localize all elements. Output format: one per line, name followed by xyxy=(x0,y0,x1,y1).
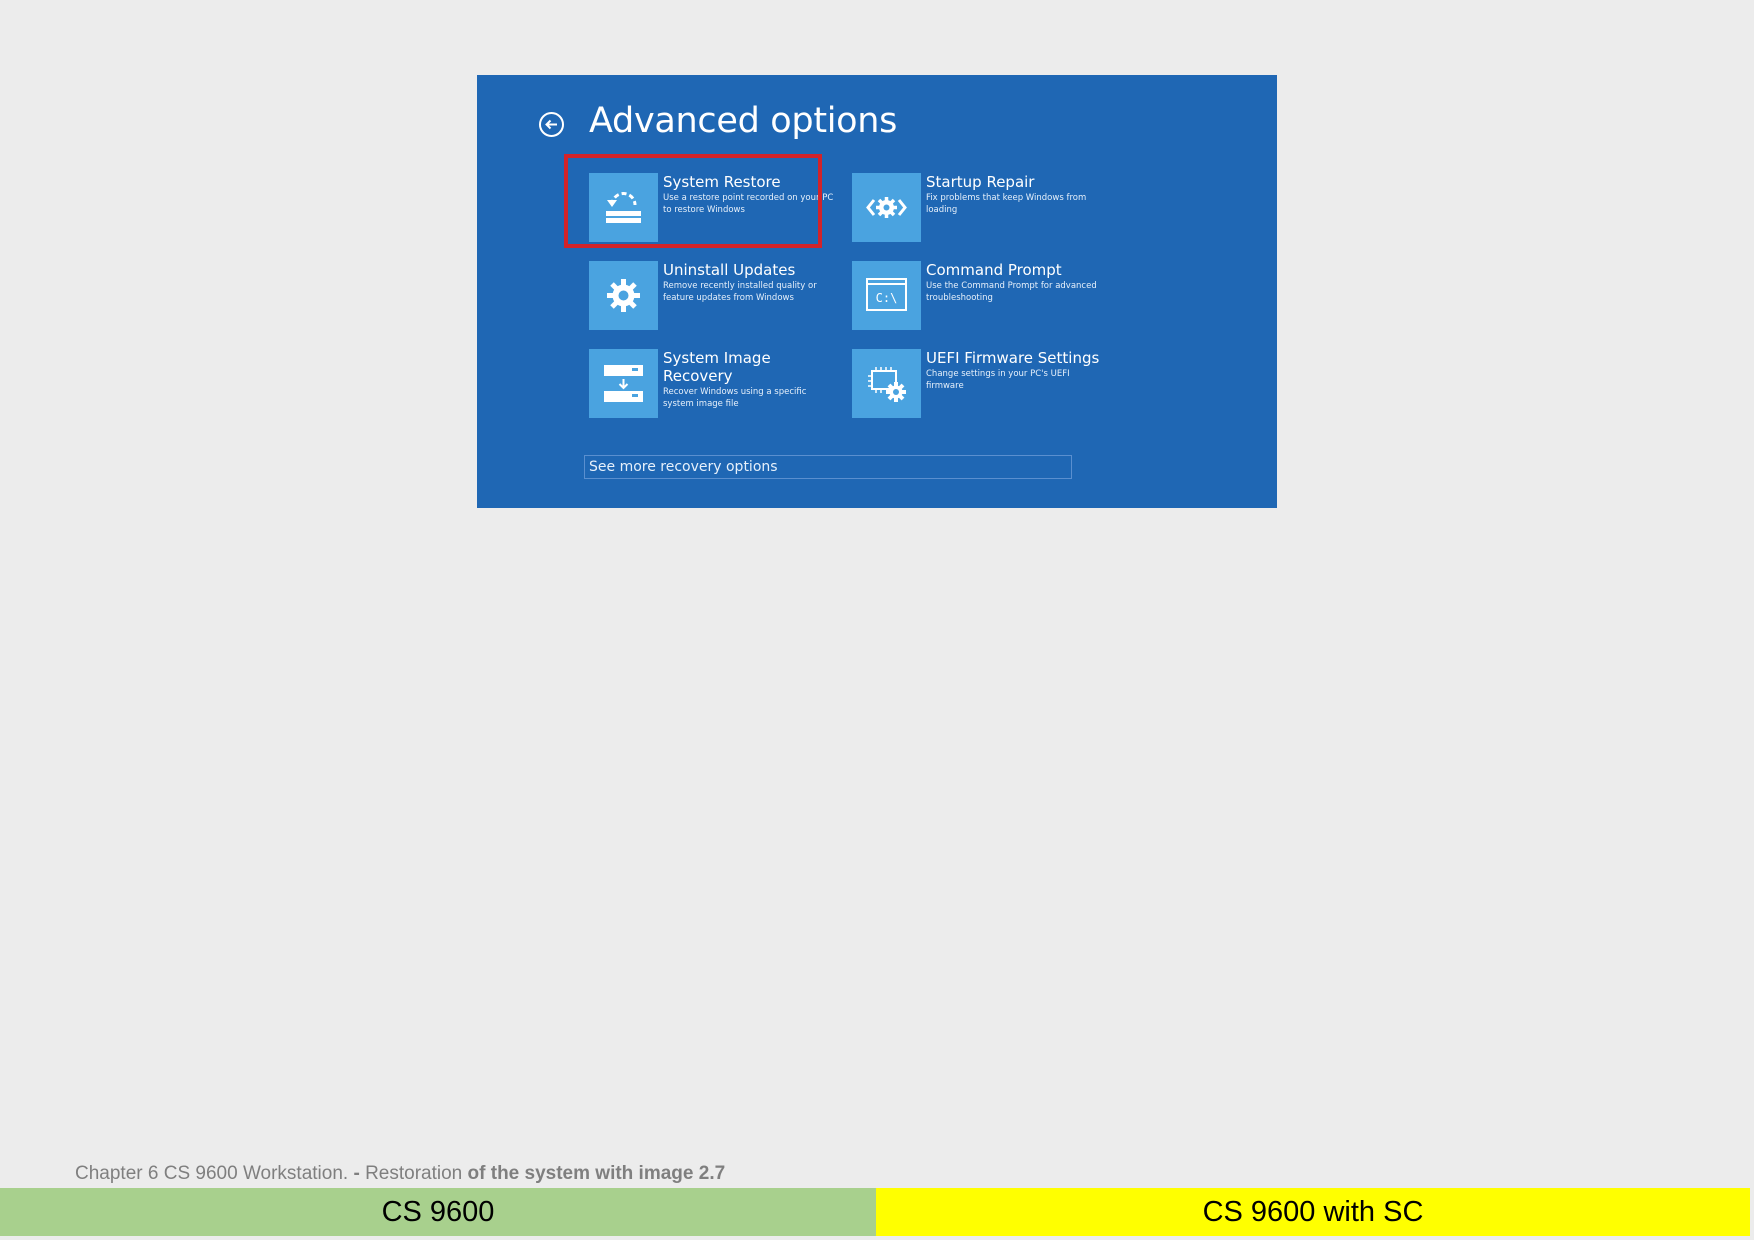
variant-cs9600-sc-label: CS 9600 with SC xyxy=(1202,1195,1424,1228)
chapter-caption: Chapter 6 CS 9600 Workstation. - Restora… xyxy=(75,1163,725,1185)
option-tile: C:\ xyxy=(852,261,921,330)
advanced-options-screenshot: Advanced options System Restore Use a re… xyxy=(477,75,1277,508)
option-command-prompt[interactable]: C:\ Command Prompt Use the Command Promp… xyxy=(852,261,1102,333)
option-tile xyxy=(852,349,921,418)
option-startup-repair[interactable]: Startup Repair Fix problems that keep Wi… xyxy=(852,173,1102,245)
more-options-label: See more recovery options xyxy=(589,459,778,475)
option-title: UEFI Firmware Settings xyxy=(926,349,1100,367)
option-title: Command Prompt xyxy=(926,261,1062,279)
variant-cs9600-label: CS 9600 xyxy=(381,1195,495,1228)
option-tile xyxy=(589,261,658,330)
gear-icon xyxy=(607,279,640,312)
command-prompt-icon: C:\ xyxy=(866,278,907,311)
system-image-recovery-icon xyxy=(604,365,643,402)
option-description: Use the Command Prompt for advanced trou… xyxy=(926,281,1097,303)
option-description: Change settings in your PC's UEFI firmwa… xyxy=(926,369,1070,391)
caption-part-1: Chapter 6 CS 9600 Workstation. xyxy=(75,1163,349,1184)
startup-repair-icon xyxy=(866,197,907,218)
option-tile xyxy=(589,349,658,418)
option-uefi-firmware-settings[interactable]: UEFI Firmware Settings Change settings i… xyxy=(852,349,1102,421)
variant-cs9600: CS 9600 xyxy=(0,1188,876,1236)
option-description: Fix problems that keep Windows from load… xyxy=(926,193,1087,215)
option-description: Recover Windows using a specific system … xyxy=(663,387,807,409)
variant-cs9600-sc: CS 9600 with SC xyxy=(876,1188,1750,1236)
option-title: System Image Recovery xyxy=(663,349,771,385)
highlight-box xyxy=(564,154,822,248)
option-uninstall-updates[interactable]: Uninstall Updates Remove recently instal… xyxy=(589,261,839,333)
caption-part-2: - xyxy=(348,1163,366,1184)
option-system-image-recovery[interactable]: System Image Recovery Recover Windows us… xyxy=(589,349,839,421)
see-more-recovery-options-link[interactable]: See more recovery options xyxy=(584,455,1072,479)
back-arrow-circle-icon[interactable] xyxy=(538,111,565,138)
command-prompt-icon-text: C:\ xyxy=(876,291,898,305)
caption-part-3: Restoration xyxy=(365,1163,468,1184)
option-tile xyxy=(852,173,921,242)
option-description: Remove recently installed quality or fea… xyxy=(663,281,817,303)
option-title: Startup Repair xyxy=(926,173,1035,191)
option-title: Uninstall Updates xyxy=(663,261,796,279)
uefi-firmware-icon xyxy=(868,367,906,402)
screen-title: Advanced options xyxy=(589,101,898,141)
caption-part-4: of the system with image 2.7 xyxy=(467,1163,726,1184)
